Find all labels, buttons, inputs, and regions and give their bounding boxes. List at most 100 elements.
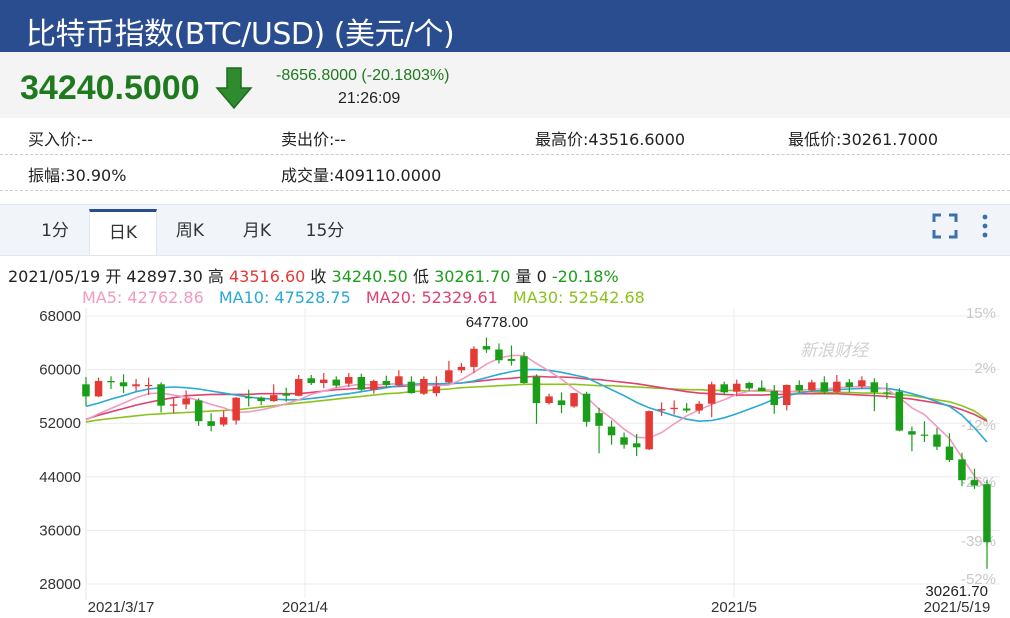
candle-body bbox=[407, 381, 416, 394]
chart-tabs: 1分 日K 周K 月K 15分 bbox=[0, 204, 1010, 256]
candle-body bbox=[157, 384, 165, 406]
x-tick-label: 2021/5/19 bbox=[924, 599, 991, 616]
ask-price: 卖出价:-- bbox=[281, 130, 346, 149]
ohlc-line: 2021/05/19 开 42897.30 高 43516.60 收 34240… bbox=[8, 263, 619, 287]
candle-body bbox=[545, 396, 553, 404]
x-tick-label: 2021/3/17 bbox=[88, 599, 155, 616]
min-price-label: 30261.70 bbox=[925, 583, 988, 600]
pct-tick-label: -39% bbox=[961, 533, 996, 550]
candle-body bbox=[470, 348, 478, 367]
candle-body bbox=[945, 446, 954, 460]
candle-body bbox=[232, 397, 240, 421]
close-label: 收 bbox=[310, 267, 327, 286]
tab-weekly-k[interactable]: 周K bbox=[157, 209, 223, 254]
x-tick-label: 2021/4 bbox=[282, 599, 328, 616]
candle-body bbox=[94, 381, 103, 397]
pct-tick-label: -26% bbox=[961, 474, 996, 491]
candle-body bbox=[707, 384, 716, 404]
stats-table: 买入价:-- 卖出价:-- 最高价:43516.6000 最低价:30261.7… bbox=[0, 118, 1010, 191]
candle-body bbox=[570, 393, 578, 407]
candle-body bbox=[244, 397, 253, 399]
candle-body bbox=[144, 385, 153, 387]
candle-body bbox=[332, 379, 340, 386]
tab-daily-k[interactable]: 日K bbox=[89, 209, 157, 255]
candle-body bbox=[107, 381, 115, 383]
amplitude: 振幅:30.90% bbox=[28, 166, 127, 185]
candle-body bbox=[119, 382, 128, 387]
candle-body bbox=[582, 393, 591, 422]
down-arrow-icon bbox=[215, 67, 253, 110]
candle-body bbox=[282, 393, 290, 396]
candle-body bbox=[520, 356, 528, 383]
title-bar: 比特币指数(BTC/USD) (美元/个) bbox=[0, 0, 1010, 52]
candle-body bbox=[482, 346, 491, 350]
open-label: 开 bbox=[105, 267, 122, 286]
high-label: 高 bbox=[207, 267, 224, 286]
candle-body bbox=[620, 437, 628, 445]
pct-tick-label: 15% bbox=[966, 305, 996, 322]
candle-body bbox=[357, 377, 366, 390]
candle-body bbox=[395, 376, 403, 385]
candle-body bbox=[194, 400, 203, 422]
candle-body bbox=[257, 397, 265, 402]
candle-body bbox=[908, 431, 916, 435]
quote-time: 21:26:09 bbox=[338, 90, 401, 107]
tab-1min[interactable]: 1分 bbox=[22, 209, 88, 254]
candle-body bbox=[507, 358, 516, 361]
candle-body bbox=[920, 434, 929, 436]
candle-body bbox=[745, 383, 753, 389]
candle-body bbox=[432, 386, 441, 394]
page-title: 比特币指数(BTC/USD) (美元/个) bbox=[26, 17, 455, 52]
y-tick-label: 52000 bbox=[39, 415, 81, 432]
candle-body bbox=[795, 385, 803, 391]
candle-body bbox=[845, 382, 854, 387]
candle-body bbox=[858, 380, 866, 387]
low-label: 低 bbox=[412, 267, 429, 286]
ohlc-date: 2021/05/19 bbox=[8, 267, 101, 286]
y-tick-label: 68000 bbox=[39, 308, 81, 325]
candle-body bbox=[632, 443, 641, 448]
candle-body bbox=[645, 411, 653, 450]
candle-body bbox=[895, 391, 904, 431]
candle-body bbox=[82, 384, 90, 397]
x-tick-label: 2021/5 bbox=[711, 599, 757, 616]
low-value: 30261.70 bbox=[434, 267, 511, 286]
candle-body bbox=[958, 459, 966, 481]
candle-body bbox=[933, 434, 941, 447]
watermark-logo: 新浪财经 bbox=[800, 341, 870, 361]
y-tick-label: 60000 bbox=[39, 362, 81, 379]
bid-price: 买入价:-- bbox=[28, 130, 93, 149]
candle-body bbox=[808, 382, 816, 391]
candle-body bbox=[132, 384, 140, 387]
candle-body bbox=[670, 407, 678, 410]
current-price: 34240.5000 bbox=[20, 69, 200, 107]
stats-row: 买入价:-- 卖出价:-- 最高价:43516.6000 最低价:30261.7… bbox=[0, 118, 1010, 155]
tab-15min[interactable]: 15分 bbox=[292, 209, 358, 254]
candle-body bbox=[457, 366, 466, 371]
more-menu-icon[interactable] bbox=[978, 213, 992, 239]
candle-body bbox=[382, 381, 391, 385]
open-value: 42897.30 bbox=[126, 267, 203, 286]
fullscreen-icon[interactable] bbox=[932, 213, 958, 239]
candle-body bbox=[833, 381, 841, 392]
y-tick-label: 28000 bbox=[39, 576, 81, 593]
candle-body bbox=[557, 400, 566, 406]
candle-body bbox=[607, 426, 616, 436]
candle-body bbox=[307, 378, 315, 383]
tab-monthly-k[interactable]: 月K bbox=[224, 209, 290, 254]
close-value: 34240.50 bbox=[331, 267, 408, 286]
candle-body bbox=[182, 398, 190, 405]
candle-body bbox=[207, 421, 215, 426]
y-tick-label: 36000 bbox=[39, 522, 81, 539]
candle-body bbox=[345, 377, 353, 384]
candle-body bbox=[983, 484, 991, 543]
candle-body bbox=[770, 391, 778, 406]
candle-body bbox=[270, 395, 278, 402]
candle-body bbox=[695, 403, 703, 411]
candle-body bbox=[532, 377, 541, 404]
stats-row: 振幅:30.90% 成交量:409110.0000 bbox=[0, 154, 1010, 191]
candle-body bbox=[733, 383, 741, 392]
candlestick-chart[interactable]: 68000600005200044000360002800015%2%-12%-… bbox=[0, 304, 1010, 618]
vol-label: 量 bbox=[515, 267, 532, 286]
pct-value: -20.18% bbox=[551, 267, 619, 286]
